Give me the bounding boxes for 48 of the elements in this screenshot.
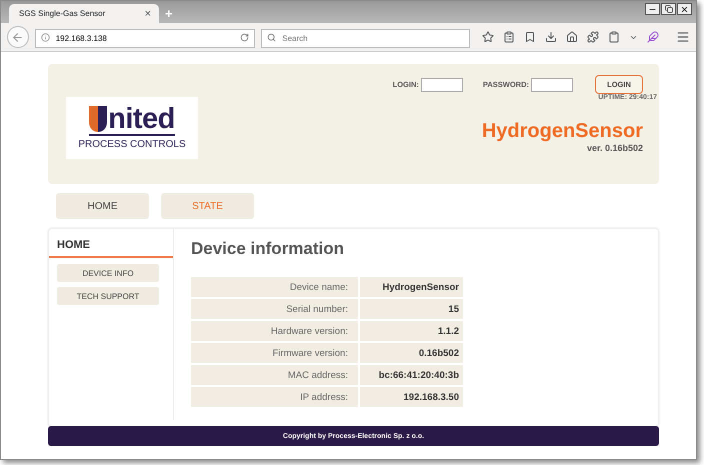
value-cell: 1.1.2	[360, 321, 463, 341]
close-icon	[680, 4, 689, 14]
search-icon	[267, 32, 276, 42]
sidebar-item[interactable]: DEVICE INFO	[57, 264, 159, 282]
menu-icon[interactable]	[676, 30, 690, 44]
home-icon[interactable]	[566, 31, 578, 43]
logo-mark-icon	[89, 106, 108, 132]
download-icon[interactable]	[545, 31, 557, 43]
puzzle-icon[interactable]	[587, 31, 599, 43]
star-icon[interactable]	[482, 31, 494, 43]
label-cell: IP address:	[191, 387, 358, 407]
label-cell: MAC address:	[191, 365, 358, 385]
clipboard-icon[interactable]	[608, 31, 620, 43]
feather-icon[interactable]	[647, 31, 659, 43]
label-cell: Hardware version:	[191, 321, 358, 341]
label-cell: Device name:	[191, 277, 358, 297]
info-icon[interactable]	[40, 32, 50, 42]
reload-icon[interactable]	[240, 32, 250, 42]
sidebar-item[interactable]: TECH SUPPORT	[57, 287, 159, 305]
bookmark-icon[interactable]	[524, 31, 536, 43]
label-cell: Firmware version:	[191, 343, 358, 363]
browser-tab[interactable]: SGS Single-Gas Sensor ×	[9, 4, 159, 23]
restore-button[interactable]	[661, 3, 676, 15]
value-cell: bc:66:41:20:40:3b	[360, 365, 463, 385]
logo-text: nited	[108, 106, 175, 132]
back-arrow-icon	[11, 30, 24, 44]
sidebar-title: HOME	[49, 239, 173, 258]
section-title: Device information	[191, 239, 346, 259]
value-cell: 0.16b502	[360, 343, 463, 363]
tab-close-button[interactable]: ×	[144, 8, 151, 20]
search-field[interactable]: Search	[261, 28, 470, 48]
back-button[interactable]	[7, 26, 29, 48]
value-cell: HydrogenSensor	[360, 277, 463, 297]
minimize-button[interactable]	[645, 3, 660, 15]
address-field[interactable]: 192.168.3.138	[34, 28, 256, 48]
close-button[interactable]	[677, 3, 692, 15]
value-cell: 192.168.3.50	[360, 387, 463, 407]
nav-tab[interactable]: HOME	[56, 193, 149, 219]
value-cell: 15	[360, 299, 463, 319]
logo-tagline: PROCESS CONTROLS	[78, 139, 186, 150]
reading-list-icon[interactable]	[503, 31, 515, 43]
label-cell: Serial number:	[191, 299, 358, 319]
login-field[interactable]	[420, 78, 463, 92]
restore-icon	[664, 5, 672, 13]
tab-title: SGS Single-Gas Sensor	[19, 9, 106, 18]
version-text: ver. 0.16b502	[586, 143, 643, 153]
product-title: HydrogenSensor	[482, 120, 643, 143]
password-field[interactable]	[531, 78, 573, 92]
